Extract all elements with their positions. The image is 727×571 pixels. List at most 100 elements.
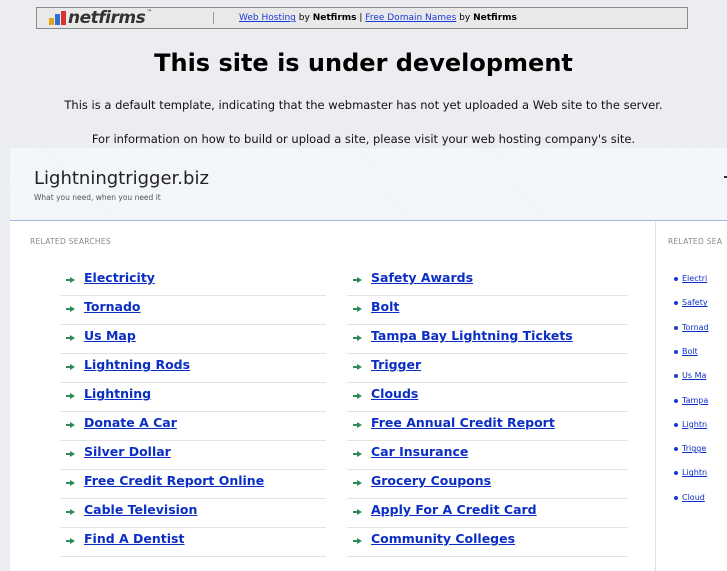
sidebar-related-label[interactable]: Tornad bbox=[682, 322, 709, 333]
related-search-link[interactable]: Clouds bbox=[347, 383, 628, 412]
related-search-link[interactable]: Apply For A Credit Card bbox=[347, 499, 628, 528]
trademark-mark: ™ bbox=[146, 8, 153, 16]
related-search-link[interactable]: Donate A Car bbox=[60, 412, 326, 441]
sidebar-related-label[interactable]: Bolt bbox=[682, 346, 698, 357]
by-text: by bbox=[298, 13, 310, 23]
arrow-right-icon bbox=[353, 393, 362, 399]
parked-domain-panel: Lightningtrigger.biz What you need, when… bbox=[10, 148, 727, 571]
netfirms-brand-text: Netfirms bbox=[312, 13, 357, 23]
related-search-label[interactable]: Safety Awards bbox=[371, 270, 473, 286]
related-search-label[interactable]: Cable Television bbox=[84, 502, 197, 518]
related-searches-main: RELATED SEARCHES Electricity Tornado Us Ma… bbox=[10, 221, 654, 571]
arrow-right-icon bbox=[66, 306, 75, 312]
bullet-icon bbox=[674, 325, 678, 330]
panel-header: Lightningtrigger.biz What you need, when… bbox=[10, 148, 727, 221]
bullet-icon bbox=[674, 301, 678, 306]
sidebar-related-label[interactable]: Lightn bbox=[682, 467, 707, 478]
sidebar-related-label[interactable]: Lightn bbox=[682, 419, 707, 430]
related-search-link[interactable]: Electricity bbox=[60, 267, 326, 296]
netfirms-logo[interactable]: netfirms ™ bbox=[47, 9, 152, 27]
arrow-right-icon bbox=[66, 335, 75, 341]
related-search-label[interactable]: Tampa Bay Lightning Tickets bbox=[371, 328, 573, 344]
arrow-right-icon bbox=[66, 480, 75, 486]
related-search-link[interactable]: Tampa Bay Lightning Tickets bbox=[347, 325, 628, 354]
related-search-link[interactable]: Cable Television bbox=[60, 499, 326, 528]
related-search-link[interactable]: Silver Dollar bbox=[60, 441, 326, 470]
related-searches-sidebar: RELATED SEA Electri Safety Tornad Bolt Us Ma… bbox=[655, 221, 727, 571]
arrow-right-icon bbox=[353, 509, 362, 515]
by-text: by bbox=[459, 13, 471, 23]
related-search-link[interactable]: Lightning Rods bbox=[60, 354, 326, 383]
arrow-right-icon bbox=[66, 538, 75, 544]
web-hosting-link[interactable]: Web Hosting bbox=[239, 13, 296, 23]
bullet-icon bbox=[674, 277, 678, 281]
related-search-label[interactable]: Car Insurance bbox=[371, 444, 468, 460]
sidebar-related-label[interactable]: Us Ma bbox=[682, 370, 706, 381]
related-search-link[interactable]: Find A Dentist bbox=[60, 528, 326, 557]
related-searches-label: RELATED SEARCHES bbox=[30, 237, 111, 246]
topbar-links: Web Hosting by Netfirms | Free Domain Na… bbox=[239, 12, 517, 24]
arrow-right-icon bbox=[353, 422, 362, 428]
topbar-divider bbox=[213, 12, 214, 24]
arrow-right-icon bbox=[353, 364, 362, 370]
site-name: Lightningtrigger.biz bbox=[34, 168, 209, 189]
arrow-right-icon bbox=[66, 393, 75, 399]
related-search-label[interactable]: Clouds bbox=[371, 386, 418, 402]
related-search-label[interactable]: Bolt bbox=[371, 299, 399, 315]
related-search-label[interactable]: Us Map bbox=[84, 328, 136, 344]
arrow-right-icon bbox=[353, 538, 362, 544]
sidebar-related-label[interactable]: Trigge bbox=[682, 443, 706, 454]
arrow-right-icon bbox=[66, 451, 75, 457]
bullet-icon bbox=[674, 422, 678, 427]
related-search-label[interactable]: Grocery Coupons bbox=[371, 473, 491, 489]
related-search-link[interactable]: Tornado bbox=[60, 296, 326, 325]
netfirms-top-bar: netfirms ™ Web Hosting by Netfirms | Fre… bbox=[36, 7, 688, 29]
bullet-icon bbox=[674, 374, 678, 379]
sidebar-related-label: RELATED SEA bbox=[668, 237, 723, 246]
related-search-label[interactable]: Apply For A Credit Card bbox=[371, 502, 537, 518]
arrow-right-icon bbox=[353, 277, 362, 283]
related-search-label[interactable]: Silver Dollar bbox=[84, 444, 171, 460]
related-search-label[interactable]: Trigger bbox=[371, 357, 421, 373]
bullet-icon bbox=[674, 447, 678, 452]
site-tagline: What you need, when you need it bbox=[34, 193, 161, 202]
related-search-label[interactable]: Tornado bbox=[84, 299, 141, 315]
sidebar-related-label[interactable]: Tampa bbox=[682, 395, 708, 406]
netfirms-logo-icon bbox=[47, 10, 67, 26]
free-domain-names-link[interactable]: Free Domain Names bbox=[365, 13, 456, 23]
related-search-label[interactable]: Lightning Rods bbox=[84, 357, 190, 373]
sidebar-related-label[interactable]: Cloud bbox=[682, 492, 705, 503]
arrow-right-icon bbox=[353, 480, 362, 486]
bullet-icon bbox=[674, 349, 678, 354]
related-search-label[interactable]: Free Annual Credit Report bbox=[371, 415, 555, 431]
related-search-label[interactable]: Electricity bbox=[84, 270, 155, 286]
related-search-link[interactable]: Lightning bbox=[60, 383, 326, 412]
related-search-label[interactable]: Free Credit Report Online bbox=[84, 473, 264, 489]
arrow-right-icon bbox=[66, 422, 75, 428]
related-search-label[interactable]: Donate A Car bbox=[84, 415, 177, 431]
netfirms-logo-text: netfirms bbox=[68, 8, 146, 28]
related-search-link[interactable]: Safety Awards bbox=[347, 267, 628, 296]
arrow-right-icon bbox=[353, 335, 362, 341]
notice-info-text: For information on how to build or uploa… bbox=[91, 132, 636, 146]
related-search-link[interactable]: Trigger bbox=[347, 354, 628, 383]
related-search-link[interactable]: Car Insurance bbox=[347, 441, 628, 470]
arrow-right-icon bbox=[353, 451, 362, 457]
related-search-link[interactable]: Grocery Coupons bbox=[347, 470, 628, 499]
page-title: This site is under development bbox=[154, 49, 573, 77]
related-search-link[interactable]: Free Credit Report Online bbox=[60, 470, 326, 499]
related-search-link[interactable]: Free Annual Credit Report bbox=[347, 412, 628, 441]
bullet-icon bbox=[674, 495, 678, 500]
arrow-right-icon bbox=[66, 509, 75, 515]
arrow-right-icon bbox=[353, 306, 362, 312]
separator: | bbox=[359, 13, 363, 23]
related-search-link[interactable]: Bolt bbox=[347, 296, 628, 325]
bullet-icon bbox=[674, 398, 678, 403]
related-search-label[interactable]: Lightning bbox=[84, 386, 151, 402]
sidebar-related-label[interactable]: Safety bbox=[682, 297, 708, 308]
bullet-icon bbox=[674, 471, 678, 476]
related-search-link[interactable]: Us Map bbox=[60, 325, 326, 354]
sidebar-related-label[interactable]: Electri bbox=[682, 273, 707, 284]
netfirms-brand-text: Netfirms bbox=[473, 13, 517, 23]
related-search-link[interactable]: Community Colleges bbox=[347, 528, 628, 557]
